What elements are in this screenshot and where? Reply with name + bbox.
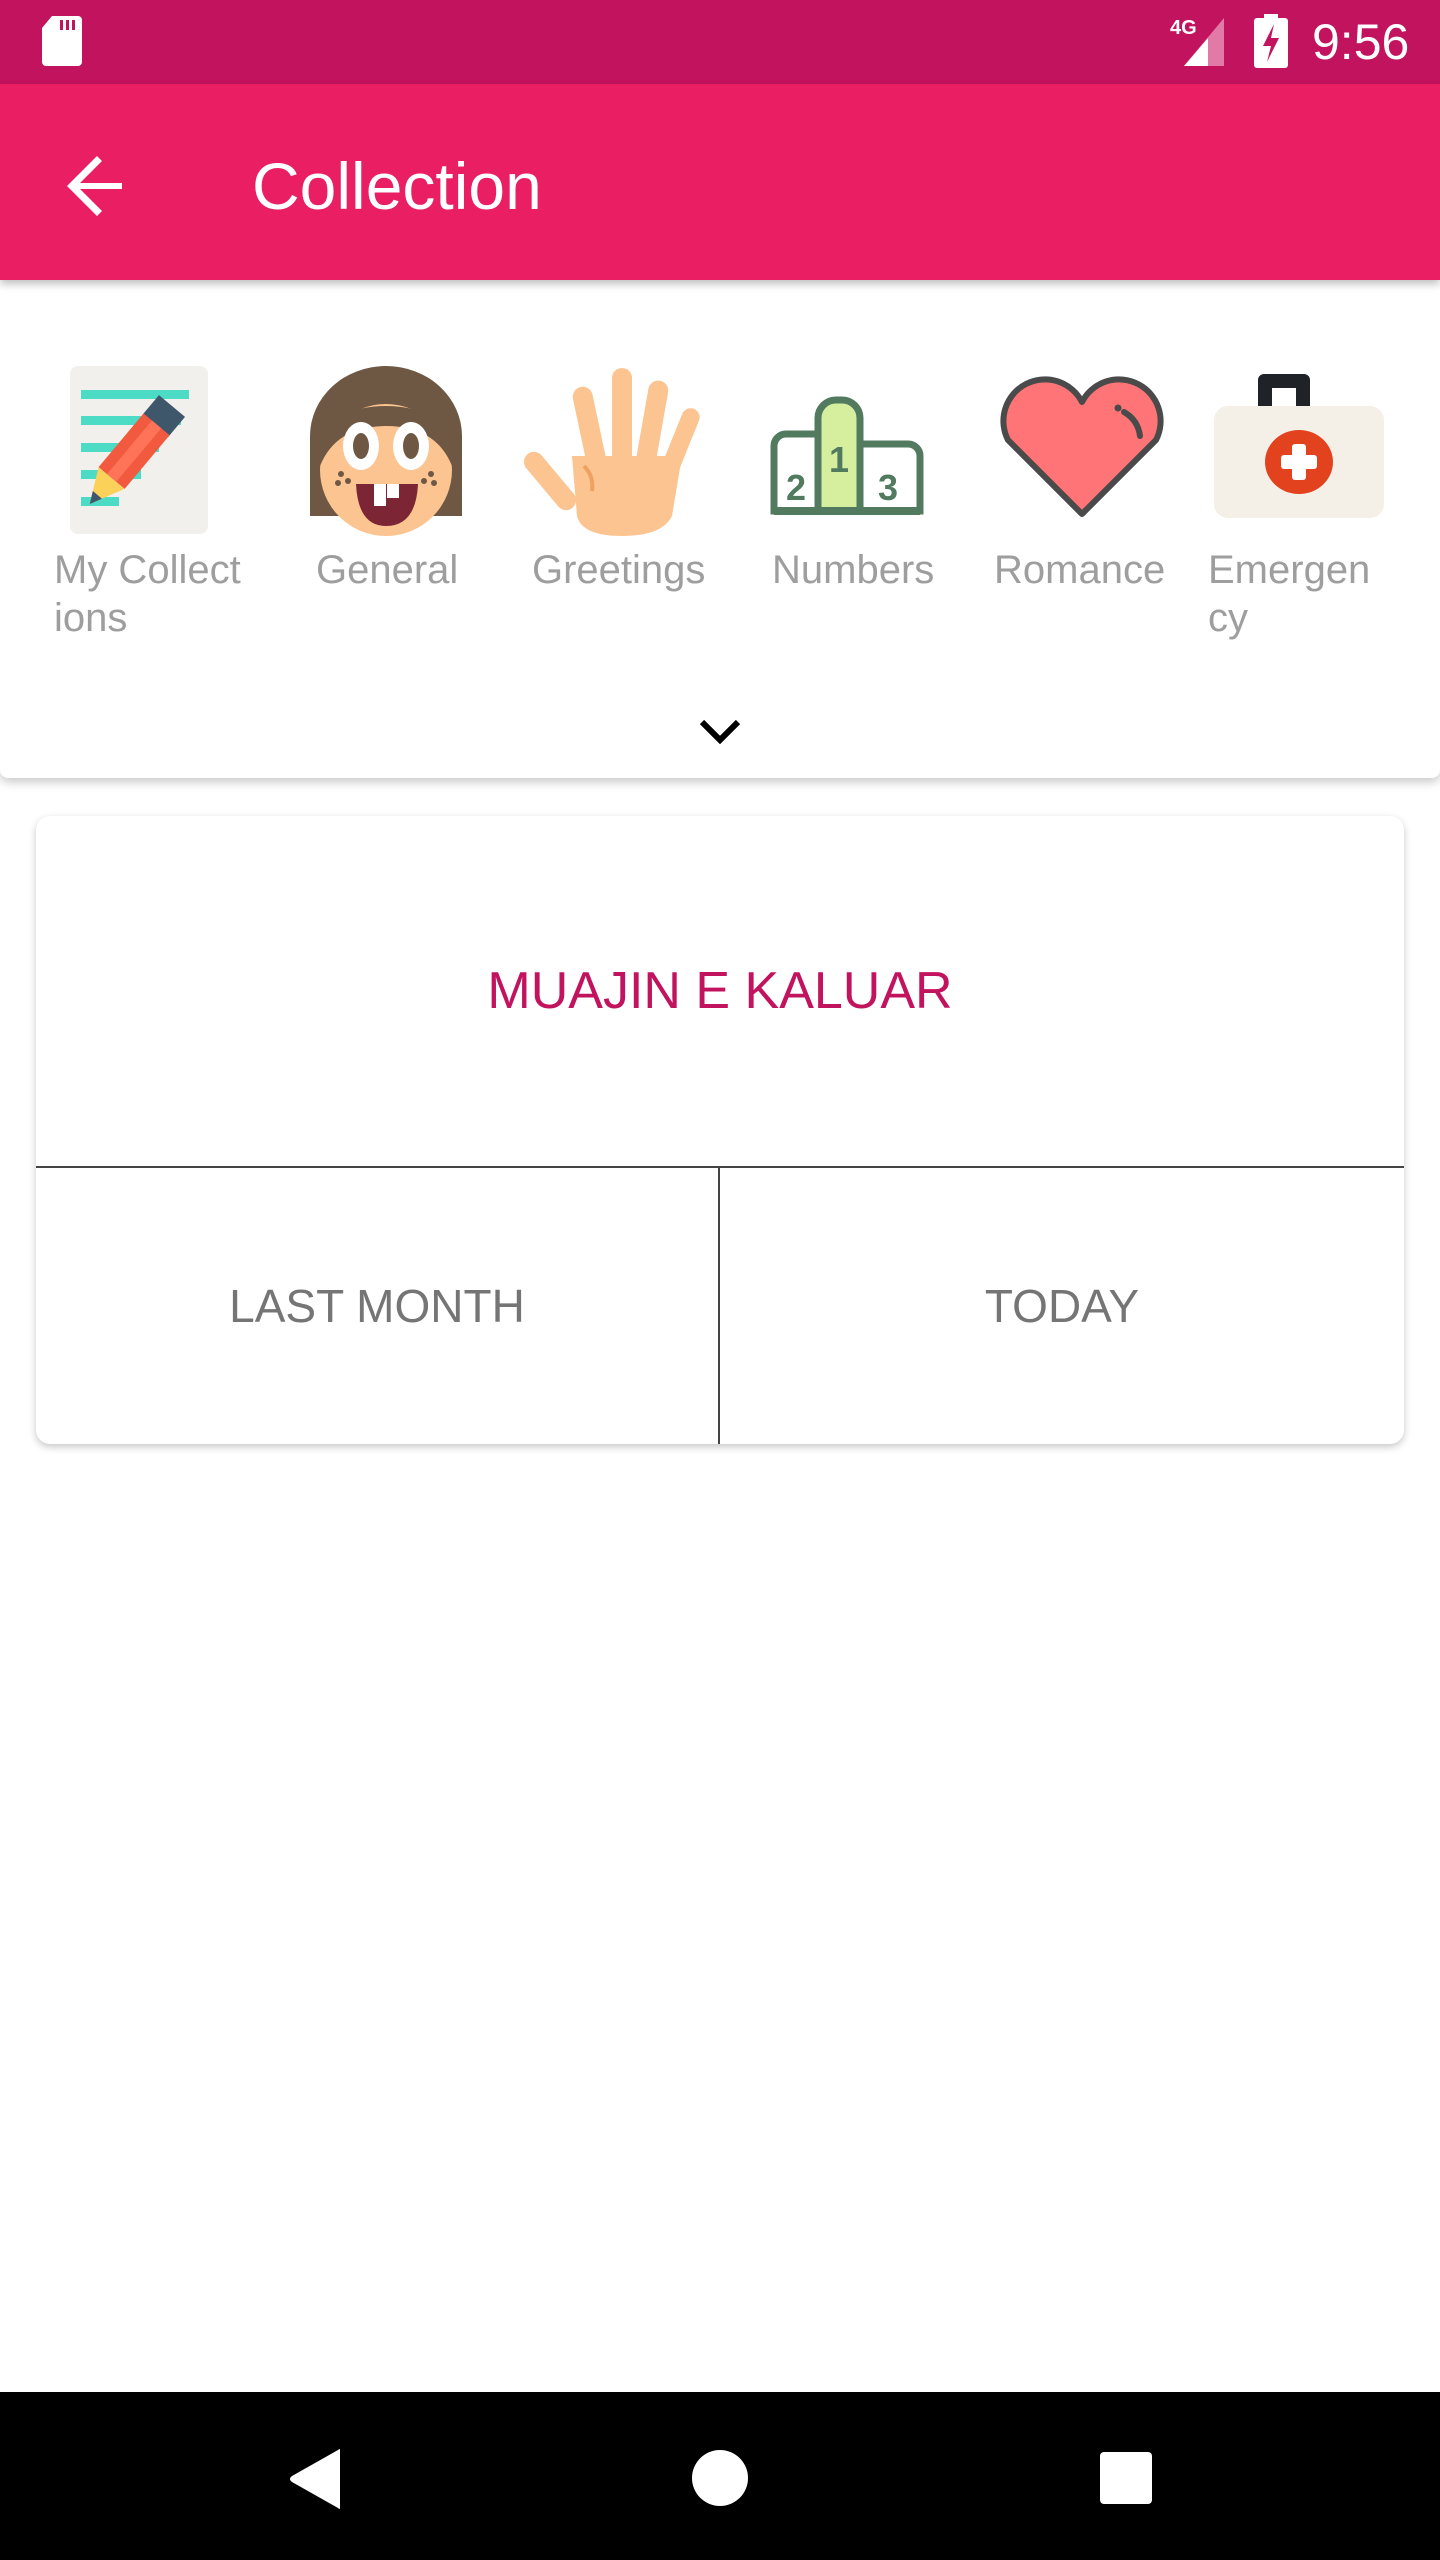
- category-panel: My Collect ions General Greetings 2 1 3 …: [0, 280, 1440, 778]
- podium-icon: 2 1 3: [770, 396, 924, 515]
- category-label: My Collect ions: [54, 548, 241, 640]
- status-bar: 4G 9:56: [0, 0, 1440, 84]
- notepad-pencil-icon: [70, 366, 208, 534]
- first-aid-kit-icon: [1214, 374, 1384, 518]
- last-month-button[interactable]: LAST MONTH: [36, 1168, 718, 1444]
- nav-home-icon[interactable]: [690, 2448, 750, 2508]
- app-bar: Collection: [0, 84, 1440, 280]
- nav-recents-icon[interactable]: [1098, 2450, 1154, 2506]
- svg-text:2: 2: [786, 467, 806, 508]
- navigation-bar: [0, 2392, 1440, 2560]
- today-button[interactable]: TODAY: [720, 1168, 1404, 1444]
- smiling-face-icon: [310, 366, 462, 536]
- category-emergency[interactable]: Emergen cy: [1208, 366, 1408, 666]
- signal-4g-icon: 4G: [1170, 17, 1224, 66]
- category-numbers[interactable]: 2 1 3 Numbers: [756, 366, 956, 666]
- svg-text:3: 3: [878, 467, 898, 508]
- page-title: Collection: [252, 149, 542, 223]
- svg-text:1: 1: [829, 439, 849, 480]
- waving-hand-icon: [523, 368, 700, 536]
- svg-text:4G: 4G: [1170, 17, 1197, 39]
- sd-card-icon: [42, 16, 82, 66]
- category-general[interactable]: General: [286, 366, 486, 666]
- battery-charging-icon: [1254, 14, 1288, 68]
- category-label: Romance: [994, 548, 1166, 592]
- chevron-down-icon[interactable]: [690, 712, 750, 752]
- category-my-collections[interactable]: My Collect ions: [54, 366, 254, 666]
- category-label: Numbers: [772, 548, 935, 592]
- category-label: Emergen cy: [1208, 548, 1371, 640]
- nav-back-icon[interactable]: [288, 2448, 344, 2510]
- clock: 9:56: [1312, 14, 1410, 70]
- category-greetings[interactable]: Greetings: [522, 366, 722, 666]
- heart-icon: [1000, 376, 1164, 517]
- category-label: General: [316, 548, 459, 592]
- category-label: Greetings: [532, 548, 706, 592]
- phrase-card: MUAJIN E KALUAR LAST MONTH TODAY: [36, 816, 1404, 1444]
- category-romance[interactable]: Romance: [982, 366, 1182, 666]
- arrow-back-icon[interactable]: [50, 138, 146, 234]
- phrase-title: MUAJIN E KALUAR: [487, 962, 953, 1020]
